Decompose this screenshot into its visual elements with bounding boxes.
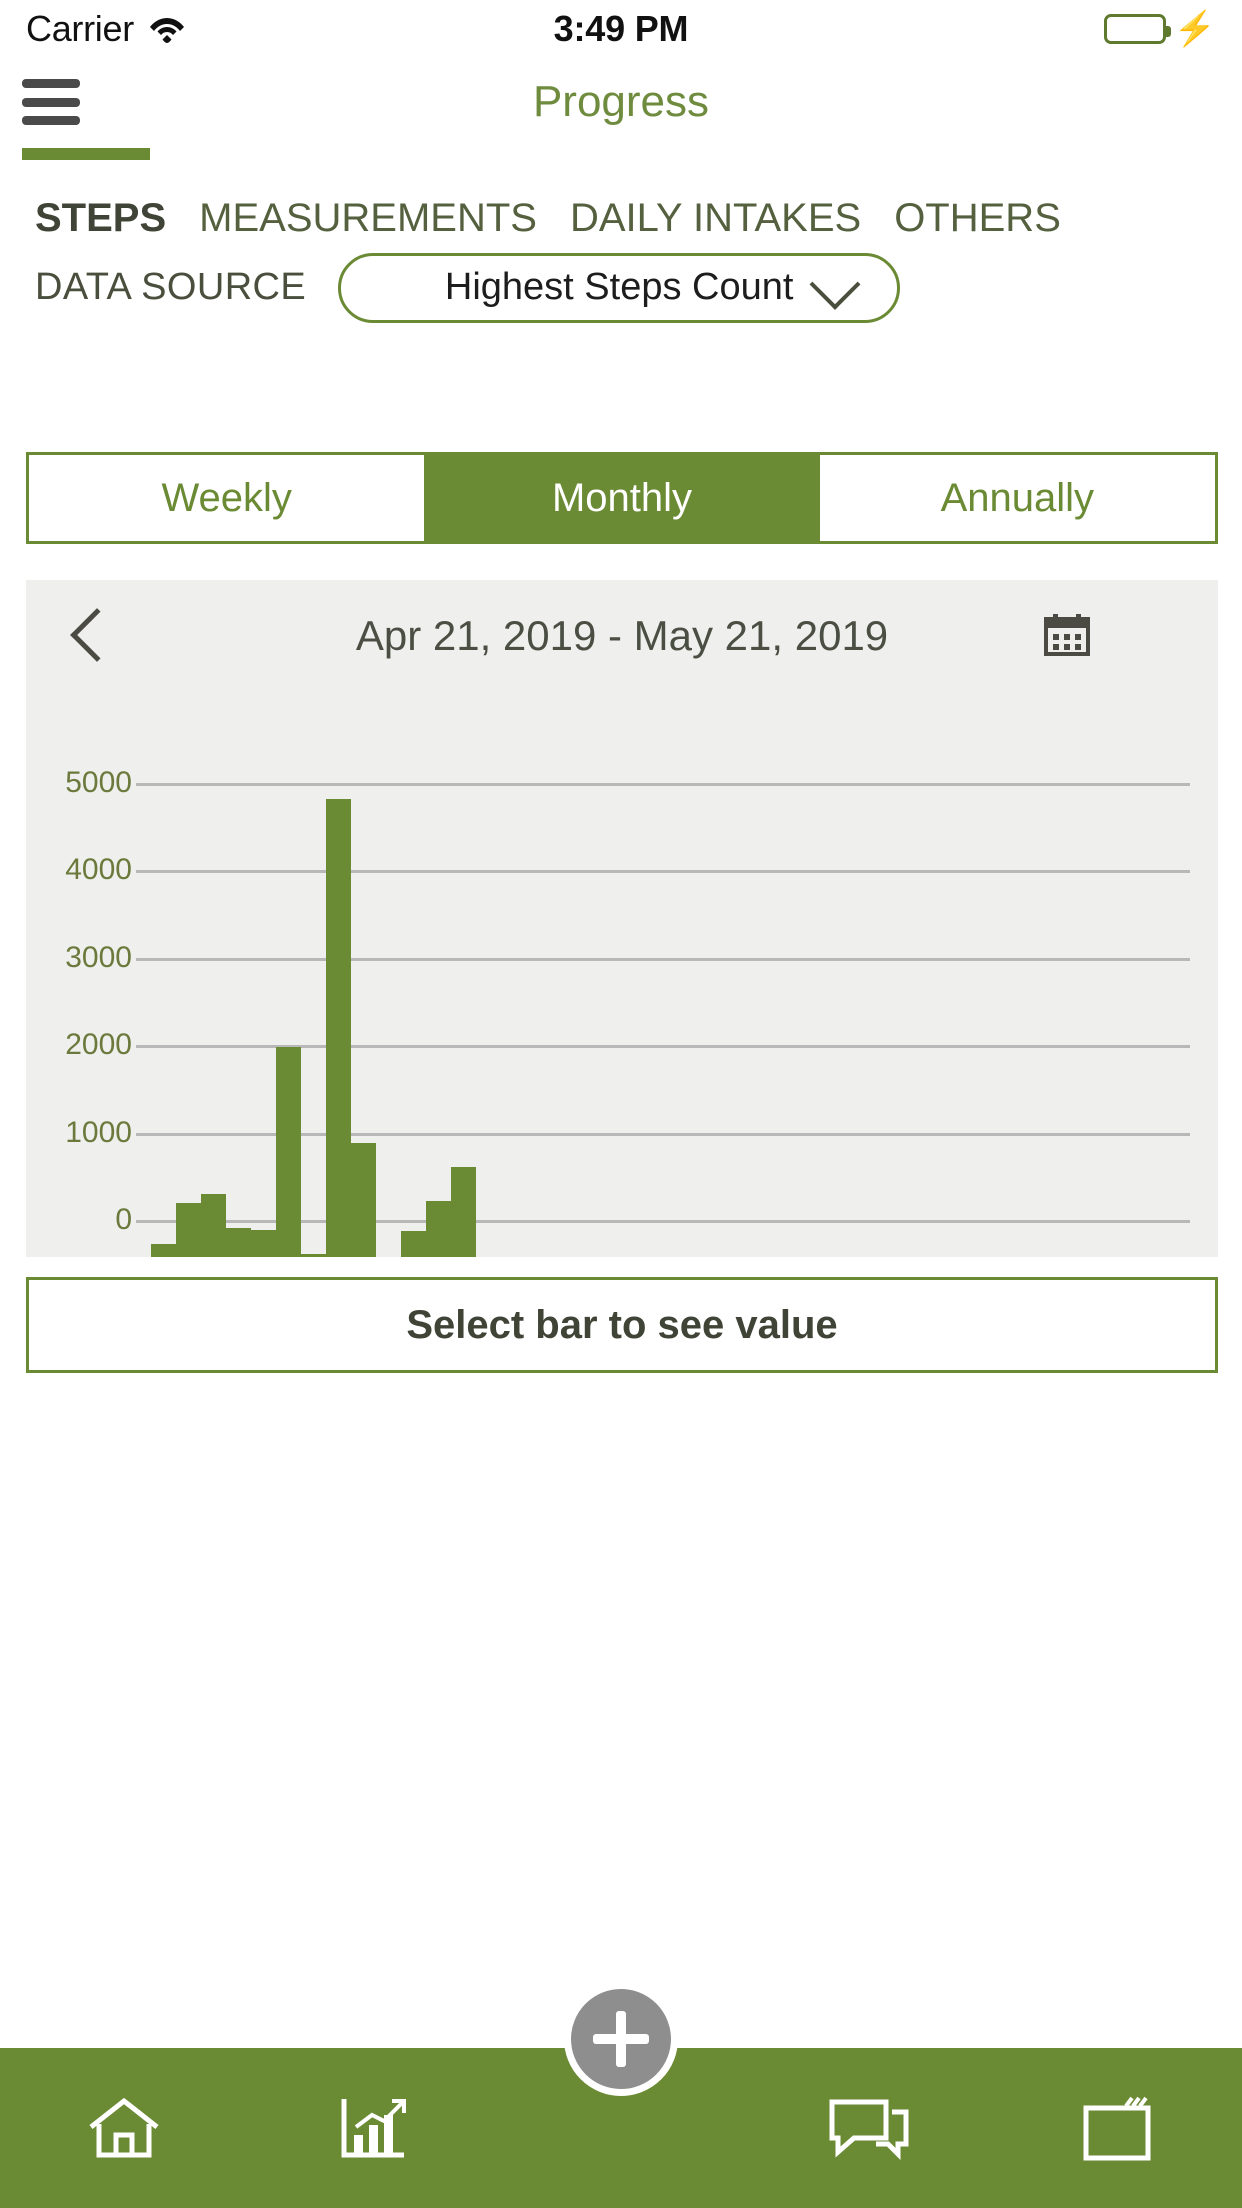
tab-daily-intakes[interactable]: DAILY INTAKES bbox=[570, 196, 861, 241]
chart-bar[interactable] bbox=[176, 1203, 201, 1257]
page-title: Progress bbox=[0, 77, 1242, 127]
chart-card: Apr 21, 2019 - May 21, 2019 0 1000 2000 300… bbox=[26, 580, 1218, 1257]
segment-annually[interactable]: Annually bbox=[820, 455, 1215, 541]
segment-weekly[interactable]: Weekly bbox=[29, 455, 424, 541]
chart-bar[interactable] bbox=[351, 1143, 376, 1257]
chart-bar[interactable] bbox=[301, 1254, 326, 1257]
nav-bar: Progress bbox=[0, 58, 1242, 146]
data-source-row: DATA SOURCE Highest Steps Count bbox=[0, 240, 1242, 335]
chart-bar[interactable] bbox=[326, 799, 351, 1257]
calendar-icon bbox=[1080, 2092, 1156, 2164]
app-root: Carrier 3:49 PM ⚡ Progress STEPS MEASURE bbox=[0, 0, 1242, 2208]
chart-bar[interactable] bbox=[226, 1228, 251, 1257]
bar-chart-plot: 0 1000 2000 3000 4000 5000 bbox=[26, 700, 1218, 1257]
chart-bar[interactable] bbox=[151, 1244, 176, 1257]
chart-y-tick-label: 5000 bbox=[54, 766, 132, 800]
tab-row: STEPS MEASUREMENTS DAILY INTAKES OTHERS bbox=[0, 196, 1242, 241]
tab-steps[interactable]: STEPS bbox=[35, 196, 166, 241]
calendar-icon[interactable] bbox=[1044, 612, 1090, 656]
period-segmented-control: Weekly Monthly Annually bbox=[26, 452, 1218, 544]
select-bar-message[interactable]: Select bar to see value bbox=[26, 1277, 1218, 1373]
date-range-label: Apr 21, 2019 - May 21, 2019 bbox=[26, 612, 1218, 660]
chart-bar[interactable] bbox=[451, 1167, 476, 1257]
tab-measurements[interactable]: MEASUREMENTS bbox=[199, 196, 537, 241]
bar-chart-icon bbox=[336, 2093, 410, 2163]
segment-monthly[interactable]: Monthly bbox=[424, 455, 819, 541]
chart-y-tick-label: 0 bbox=[54, 1203, 132, 1237]
bottom-nav-calendar[interactable] bbox=[994, 2092, 1242, 2164]
add-button[interactable] bbox=[564, 1982, 678, 2096]
chart-bar[interactable] bbox=[201, 1194, 226, 1257]
bottom-nav-home[interactable] bbox=[0, 2093, 248, 2163]
chart-gridline bbox=[136, 958, 1190, 961]
chart-header: Apr 21, 2019 - May 21, 2019 bbox=[26, 580, 1218, 700]
data-source-dropdown[interactable]: Highest Steps Count bbox=[338, 253, 900, 323]
status-bar: Carrier 3:49 PM ⚡ bbox=[0, 0, 1242, 58]
tab-active-indicator bbox=[22, 148, 150, 160]
chart-y-tick-label: 4000 bbox=[54, 853, 132, 887]
chart-bar[interactable] bbox=[426, 1201, 451, 1257]
home-icon bbox=[85, 2093, 163, 2163]
add-icon bbox=[593, 2011, 649, 2067]
data-source-label: DATA SOURCE bbox=[35, 266, 306, 309]
select-bar-message-text: Select bar to see value bbox=[406, 1303, 837, 1348]
status-bar-right: ⚡ bbox=[1104, 12, 1216, 46]
chart-bar[interactable] bbox=[401, 1231, 426, 1257]
status-bar-time: 3:49 PM bbox=[0, 8, 1242, 50]
chat-icon bbox=[828, 2094, 910, 2162]
chart-y-tick-label: 1000 bbox=[54, 1116, 132, 1150]
chart-bar[interactable] bbox=[251, 1230, 276, 1257]
chart-gridline bbox=[136, 783, 1190, 786]
chart-bar[interactable] bbox=[276, 1047, 301, 1257]
chart-y-tick-label: 3000 bbox=[54, 941, 132, 975]
hamburger-menu-icon[interactable] bbox=[22, 79, 80, 125]
chart-y-tick-label: 2000 bbox=[54, 1028, 132, 1062]
data-source-value: Highest Steps Count bbox=[445, 266, 794, 309]
bottom-nav-progress[interactable] bbox=[248, 2093, 496, 2163]
battery-icon bbox=[1104, 14, 1166, 44]
chart-gridline bbox=[136, 870, 1190, 873]
lightning-bolt-icon: ⚡ bbox=[1174, 12, 1216, 46]
chevron-down-icon bbox=[810, 258, 861, 309]
tab-others[interactable]: OTHERS bbox=[894, 196, 1061, 241]
bottom-nav-messages[interactable] bbox=[745, 2094, 993, 2162]
